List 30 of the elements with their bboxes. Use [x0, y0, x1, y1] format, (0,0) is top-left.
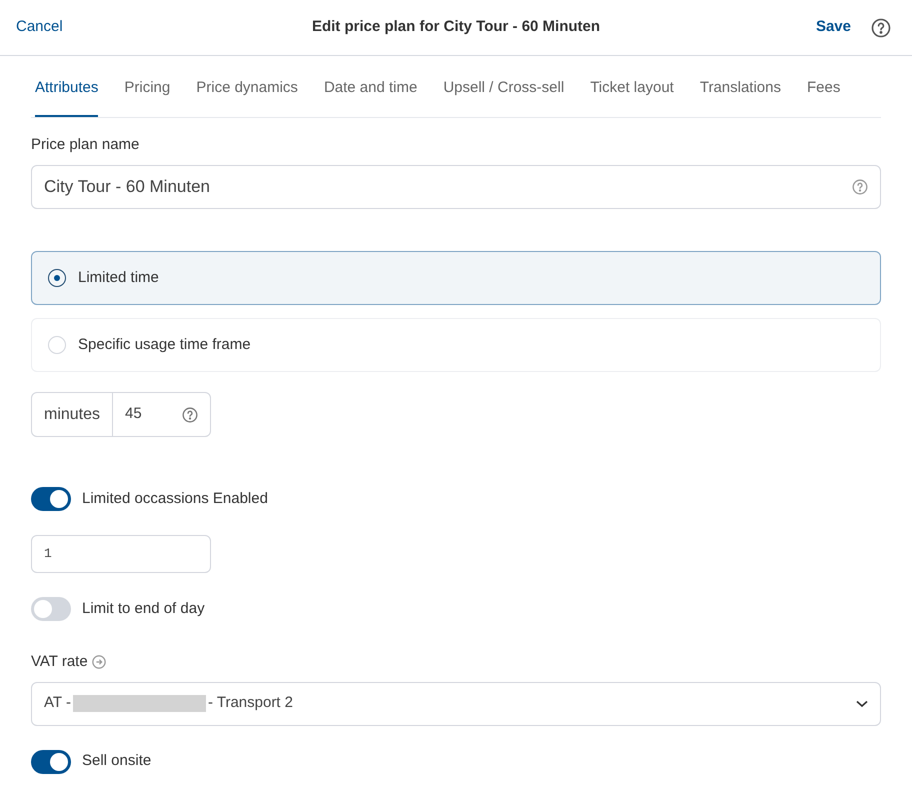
chevron-down-icon: [856, 700, 868, 708]
tab[interactable]: Ticket layout: [590, 69, 674, 116]
cancel-button[interactable]: Cancel: [16, 16, 63, 39]
toggle-switch[interactable]: [31, 597, 71, 621]
radio-option[interactable]: Specific usage time frame: [31, 318, 881, 372]
vat-select[interactable]: AT - - Transport 2: [31, 682, 881, 726]
radio-option[interactable]: Limited time: [31, 251, 881, 305]
field-label: Price plan name: [31, 134, 140, 154]
toggle-switch[interactable]: [31, 487, 71, 511]
radio-button[interactable]: [48, 269, 66, 287]
tab[interactable]: Translations: [700, 69, 781, 116]
tab[interactable]: Fees: [807, 69, 840, 116]
radio-label: Specific usage time frame: [78, 334, 251, 355]
toggle-label: Limited occassions Enabled: [82, 488, 268, 509]
toggle-switch[interactable]: [31, 750, 71, 774]
name-input-field[interactable]: City Tour - 60 Minuten: [31, 165, 881, 209]
toggle-label: Sell onsite: [82, 751, 152, 772]
tab[interactable]: Pricing: [124, 69, 170, 116]
field-label: VAT rate: [31, 652, 88, 672]
tab[interactable]: Attributes: [35, 69, 98, 116]
radio-label: Limited time: [78, 268, 159, 288]
help-icon[interactable]: [871, 18, 891, 38]
toggle-label: Limit to end of day: [82, 598, 205, 619]
dialog-title: Edit price plan for City Tour - 60 Minuten: [312, 17, 600, 38]
arrow-circle-icon[interactable]: [92, 655, 106, 670]
occasions-input-field[interactable]: 1: [31, 535, 211, 573]
tab[interactable]: Price dynamics: [196, 69, 298, 116]
tab[interactable]: Upsell / Cross-sell: [443, 69, 564, 116]
tab[interactable]: Date and time: [324, 69, 418, 116]
save-button[interactable]: Save: [816, 16, 851, 39]
